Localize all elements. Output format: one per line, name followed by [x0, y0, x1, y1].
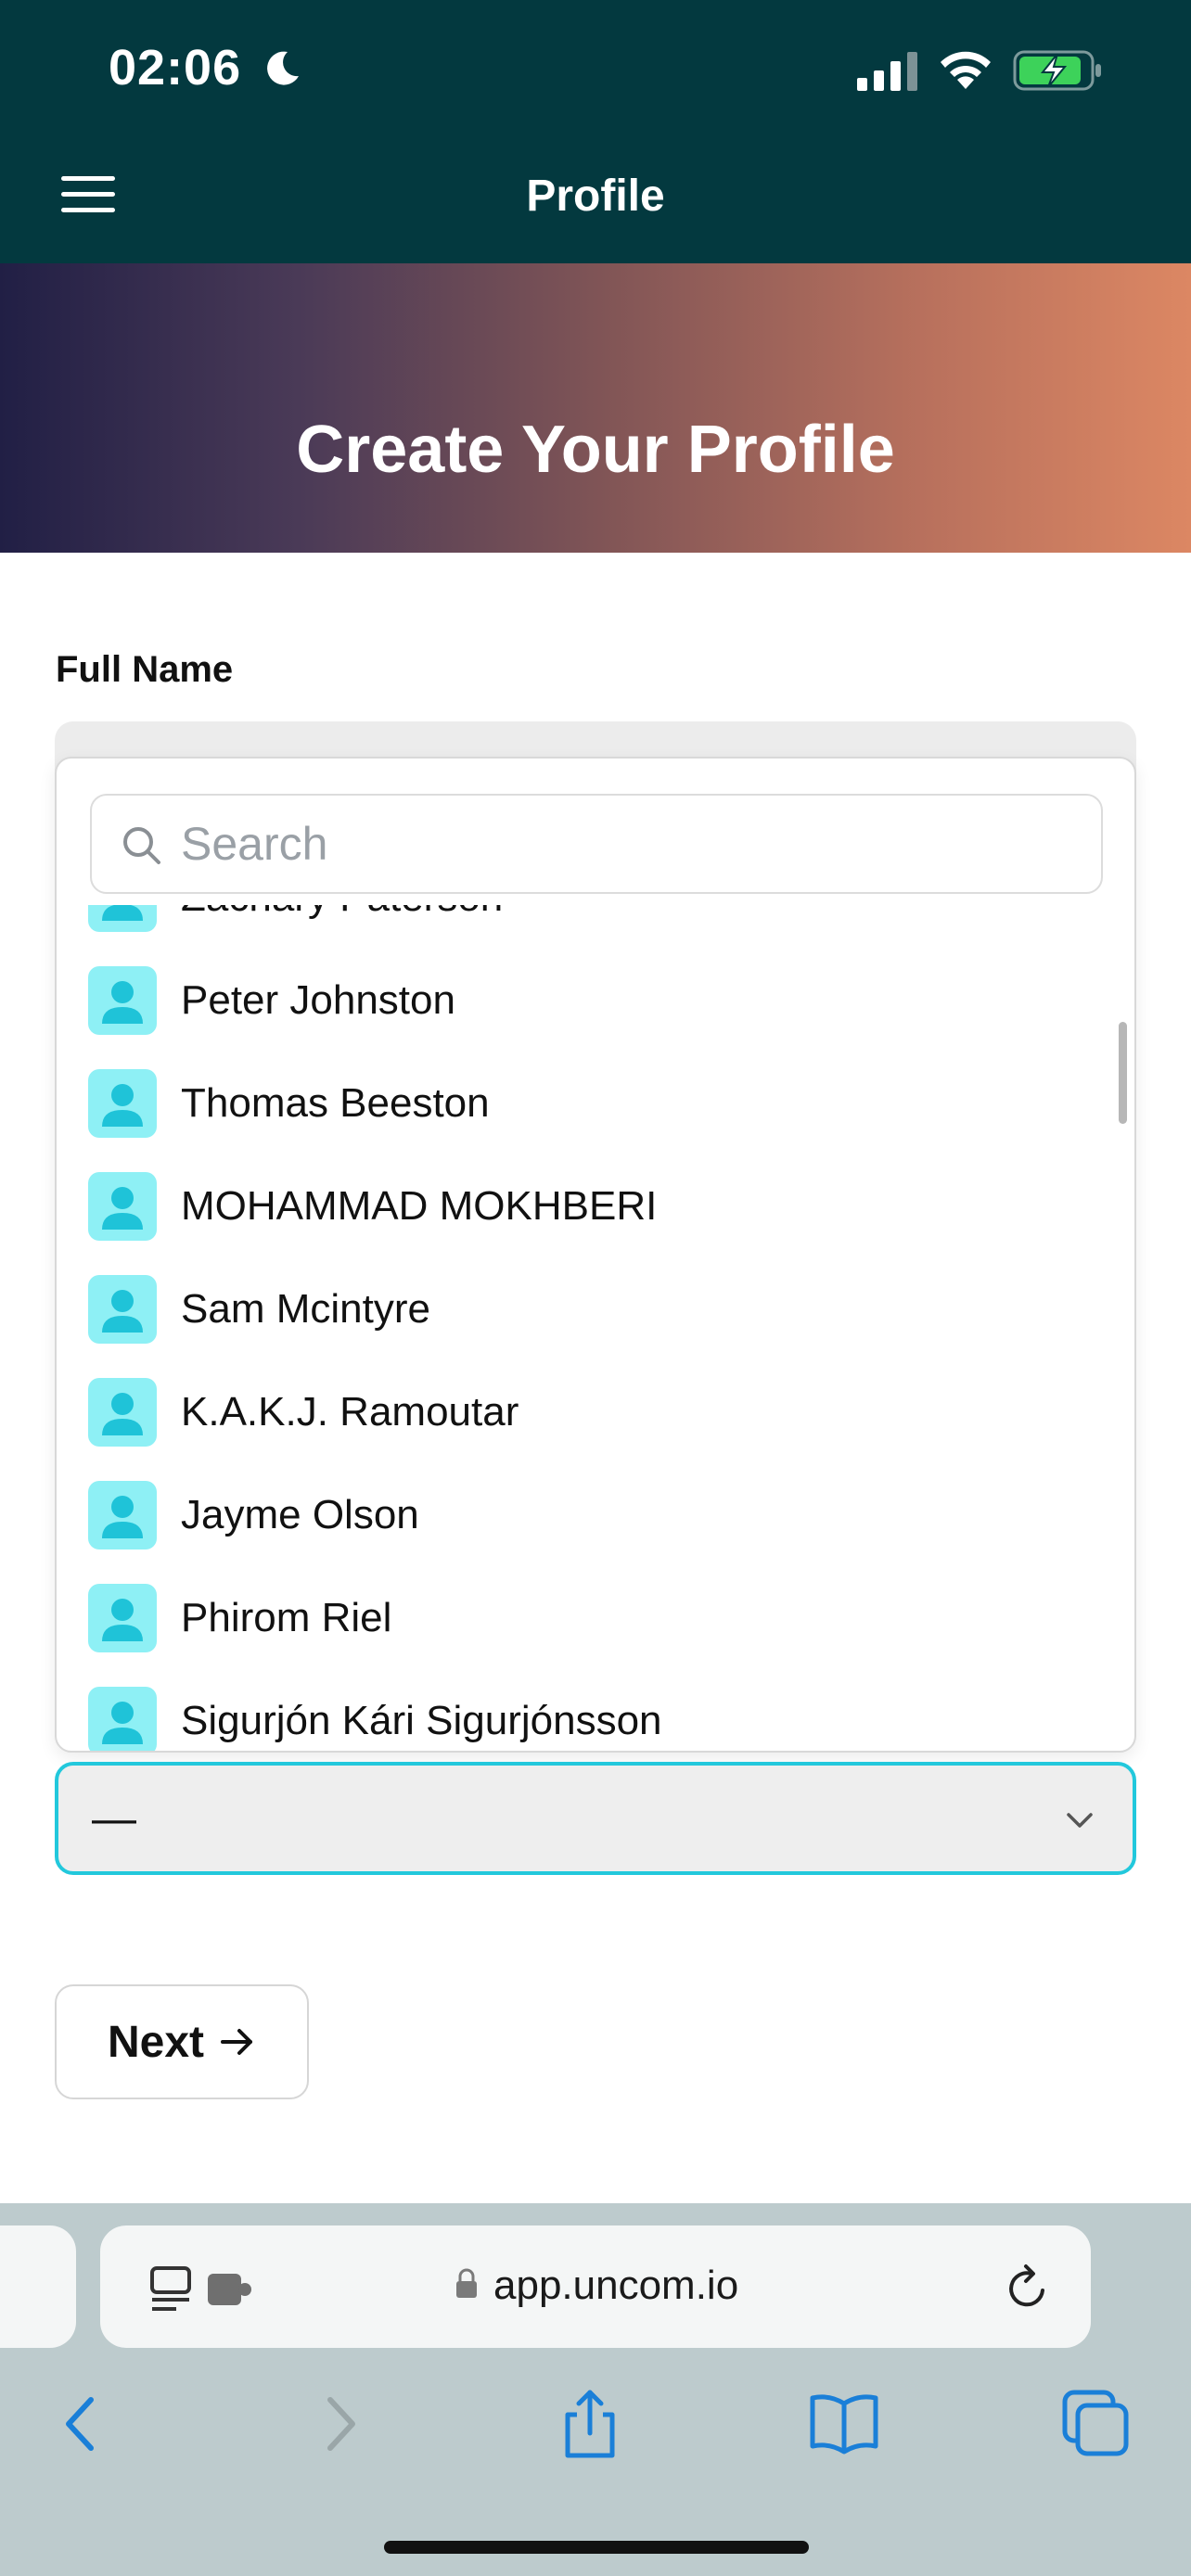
- list-item[interactable]: Zachary Paterson: [57, 905, 1134, 949]
- list-item-label: Sam Mcintyre: [181, 1285, 430, 1332]
- next-button[interactable]: Next: [55, 1984, 309, 2099]
- tabs-icon[interactable]: [1059, 2387, 1133, 2461]
- full-name-label: Full Name: [56, 649, 234, 690]
- user-avatar-icon: [88, 905, 157, 932]
- search-input[interactable]: [181, 810, 1071, 877]
- signal-icon: [857, 52, 917, 91]
- list-item[interactable]: Peter Johnston: [57, 949, 1134, 1052]
- arrow-right-icon: [221, 2029, 253, 2055]
- select-value: —: [92, 1794, 136, 1843]
- forward-icon[interactable]: [302, 2387, 377, 2461]
- list-item-label: Jayme Olson: [181, 1491, 419, 1537]
- list-item[interactable]: Sam Mcintyre: [57, 1257, 1134, 1360]
- list-item[interactable]: Jayme Olson: [57, 1463, 1134, 1566]
- share-icon[interactable]: [553, 2387, 627, 2461]
- browser-toolbar: app.uncom.io: [0, 2203, 1191, 2576]
- list-item-label: Thomas Beeston: [181, 1079, 490, 1126]
- list-item-label: Peter Johnston: [181, 976, 455, 1023]
- reader-icon[interactable]: [148, 2264, 260, 2313]
- list-item[interactable]: K.A.K.J. Ramoutar: [57, 1360, 1134, 1463]
- back-icon[interactable]: [45, 2387, 119, 2461]
- list-scrollbar[interactable]: [1119, 1022, 1127, 1124]
- home-indicator: [384, 2541, 809, 2554]
- address-bar[interactable]: app.uncom.io: [100, 2225, 1091, 2348]
- chevron-down-icon: [1067, 1813, 1093, 1828]
- list-item-label: MOHAMMAD MOKHBERI: [181, 1182, 658, 1229]
- page-title: Profile: [526, 172, 665, 221]
- user-avatar-icon: [88, 1068, 157, 1138]
- list-item[interactable]: Phirom Riel: [57, 1566, 1134, 1669]
- user-avatar-icon: [88, 1480, 157, 1549]
- search-icon: [123, 827, 160, 864]
- name-dropdown-panel: Zachary Paterson Peter Johnston Thomas B…: [55, 757, 1136, 1753]
- moon-icon: [267, 51, 299, 85]
- hero-banner: [0, 263, 1191, 553]
- bookmarks-icon[interactable]: [807, 2387, 881, 2461]
- banner-title: Create Your Profile: [296, 413, 895, 487]
- status-time: 02:06: [109, 40, 242, 96]
- list-item-label: Sigurjón Kári Sigurjónsson: [181, 1697, 662, 1743]
- battery-icon: [1013, 50, 1101, 91]
- list-item[interactable]: Thomas Beeston: [57, 1052, 1134, 1154]
- user-avatar-icon: [88, 1171, 157, 1241]
- list-item-label: Zachary Paterson: [181, 905, 503, 921]
- url-text: app.uncom.io: [493, 2263, 739, 2308]
- user-avatar-icon: [88, 1274, 157, 1344]
- options-list: Zachary Paterson Peter Johnston Thomas B…: [57, 905, 1134, 1751]
- list-item-label: Phirom Riel: [181, 1594, 392, 1640]
- user-avatar-icon: [88, 1377, 157, 1447]
- user-avatar-icon: [88, 1686, 157, 1751]
- list-item[interactable]: Sigurjón Kári Sigurjónsson: [57, 1669, 1134, 1751]
- app-header: 02:06 Profile: [0, 0, 1191, 263]
- wifi-icon: [941, 51, 991, 89]
- next-button-label: Next: [107, 2017, 205, 2067]
- list-item[interactable]: MOHAMMAD MOKHBERI: [57, 1154, 1134, 1257]
- search-box[interactable]: [90, 794, 1103, 894]
- list-item-label: K.A.K.J. Ramoutar: [181, 1388, 519, 1435]
- lock-icon: [456, 2268, 477, 2298]
- previous-tab[interactable]: [0, 2225, 76, 2348]
- user-avatar-icon: [88, 1583, 157, 1652]
- reload-icon[interactable]: [1004, 2263, 1052, 2313]
- user-avatar-icon: [88, 965, 157, 1035]
- name-select[interactable]: —: [55, 1762, 1136, 1875]
